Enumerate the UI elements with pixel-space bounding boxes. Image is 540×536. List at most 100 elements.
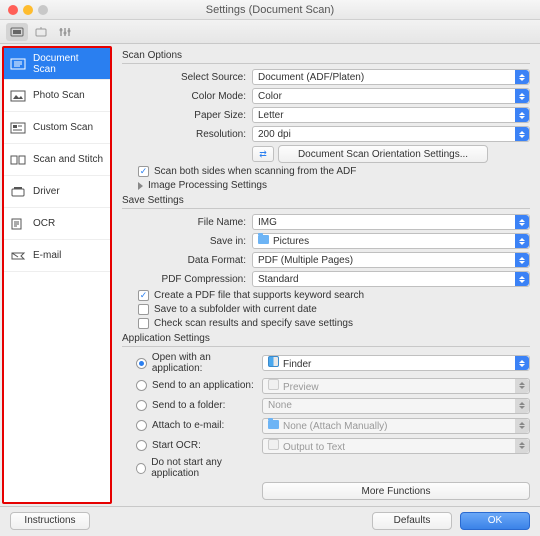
scan-stitch-icon <box>10 153 26 167</box>
paper-size-dropdown[interactable]: Letter <box>252 107 530 123</box>
sidebar-item-label: E-mail <box>33 250 61 261</box>
orientation-icon-button[interactable]: ⇄ <box>252 146 274 162</box>
chevron-updown-icon <box>515 70 529 84</box>
file-name-field[interactable]: IMG <box>252 214 530 230</box>
chevron-updown-icon <box>515 439 529 453</box>
pdf-compression-dropdown[interactable]: Standard <box>252 271 530 287</box>
sidebar-item-label: Document Scan <box>33 53 104 75</box>
scan-both-sides-checkbox[interactable] <box>138 166 149 177</box>
sidebar-item-label: Custom Scan <box>33 122 93 133</box>
chevron-updown-icon <box>515 399 529 413</box>
sidebar-item-driver[interactable]: Driver <box>4 176 110 208</box>
ok-button[interactable]: OK <box>460 512 530 530</box>
chevron-updown-icon <box>515 127 529 141</box>
image-processing-disclosure[interactable]: Image Processing Settings <box>122 180 530 191</box>
save-in-dropdown[interactable]: Pictures <box>252 233 530 249</box>
section-save-settings: Save Settings <box>122 195 530 209</box>
start-ocr-dropdown: Output to Text <box>262 438 530 454</box>
send-to-folder-radio[interactable] <box>136 400 147 411</box>
sidebar-item-email[interactable]: E-mail <box>4 240 110 272</box>
sidebar-item-label: Scan and Stitch <box>33 154 103 165</box>
start-ocr-label: Start OCR: <box>152 440 201 451</box>
resolution-label: Resolution: <box>122 129 252 140</box>
window-title: Settings (Document Scan) <box>0 4 540 16</box>
resolution-dropdown[interactable]: 200 dpi <box>252 126 530 142</box>
check-results-checkbox[interactable] <box>138 318 149 329</box>
sidebar-item-document-scan[interactable]: Document Scan <box>4 48 110 80</box>
ocr-icon <box>10 217 26 231</box>
do-not-start-radio[interactable] <box>136 463 146 474</box>
document-scan-icon <box>10 57 26 71</box>
defaults-button[interactable]: Defaults <box>372 512 452 530</box>
content-area: Scan Options Select Source: Document (AD… <box>114 44 540 506</box>
chevron-updown-icon <box>515 253 529 267</box>
attach-email-radio[interactable] <box>136 420 147 431</box>
chevron-updown-icon <box>515 419 529 433</box>
send-to-folder-label: Send to a folder: <box>152 400 225 411</box>
attach-email-label: Attach to e-mail: <box>152 420 224 431</box>
finder-icon <box>268 356 279 367</box>
paper-size-label: Paper Size: <box>122 110 252 121</box>
sidebar-item-ocr[interactable]: OCR <box>4 208 110 240</box>
data-format-label: Data Format: <box>122 255 252 266</box>
photo-scan-icon <box>10 89 26 103</box>
triangle-right-icon <box>138 182 143 190</box>
custom-scan-icon <box>10 121 26 135</box>
attach-email-dropdown: None (Attach Manually) <box>262 418 530 434</box>
chevron-updown-icon <box>515 356 529 370</box>
sidebar-item-scan-and-stitch[interactable]: Scan and Stitch <box>4 144 110 176</box>
titlebar: Settings (Document Scan) <box>0 0 540 20</box>
scan-both-sides-label: Scan both sides when scanning from the A… <box>154 166 356 177</box>
start-ocr-radio[interactable] <box>136 440 147 451</box>
section-app-settings: Application Settings <box>122 333 530 347</box>
chevron-updown-icon <box>515 215 529 229</box>
driver-icon <box>10 185 26 199</box>
instructions-button[interactable]: Instructions <box>10 512 90 530</box>
send-to-app-dropdown: Preview <box>262 378 530 394</box>
file-name-label: File Name: <box>122 217 252 228</box>
chevron-updown-icon <box>515 234 529 248</box>
create-pdf-label: Create a PDF file that supports keyword … <box>154 290 364 301</box>
check-results-label: Check scan results and specify save sett… <box>154 318 353 329</box>
more-functions-button[interactable]: More Functions <box>262 482 530 500</box>
preview-icon <box>268 379 279 390</box>
sidebar-item-label: Photo Scan <box>33 90 85 101</box>
chevron-updown-icon <box>515 379 529 393</box>
toolbar-scan-from-panel-icon[interactable] <box>30 23 52 41</box>
chevron-updown-icon <box>515 89 529 103</box>
save-in-label: Save in: <box>122 236 252 247</box>
open-with-label: Open with an application: <box>152 352 262 374</box>
save-subfolder-label: Save to a subfolder with current date <box>154 304 317 315</box>
folder-icon <box>268 420 279 429</box>
send-to-app-radio[interactable] <box>136 380 147 391</box>
pdf-compression-label: PDF Compression: <box>122 274 252 285</box>
chevron-updown-icon <box>515 272 529 286</box>
send-to-folder-dropdown: None <box>262 398 530 414</box>
select-source-label: Select Source: <box>122 72 252 83</box>
text-icon <box>268 439 279 450</box>
email-icon <box>10 249 26 263</box>
data-format-dropdown[interactable]: PDF (Multiple Pages) <box>252 252 530 268</box>
section-scan-options: Scan Options <box>122 50 530 64</box>
orientation-settings-button[interactable]: Document Scan Orientation Settings... <box>278 145 488 163</box>
create-pdf-checkbox[interactable] <box>138 290 149 301</box>
color-mode-label: Color Mode: <box>122 91 252 102</box>
sidebar-item-label: OCR <box>33 218 55 229</box>
send-to-app-label: Send to an application: <box>152 380 254 391</box>
toolbar <box>0 20 540 44</box>
sidebar-item-label: Driver <box>33 186 60 197</box>
footer: Instructions Defaults OK <box>0 506 540 534</box>
folder-icon <box>258 235 269 244</box>
chevron-updown-icon <box>515 108 529 122</box>
sidebar-item-photo-scan[interactable]: Photo Scan <box>4 80 110 112</box>
sidebar-item-custom-scan[interactable]: Custom Scan <box>4 112 110 144</box>
save-subfolder-checkbox[interactable] <box>138 304 149 315</box>
open-with-radio[interactable] <box>136 358 147 369</box>
do-not-start-label: Do not start any application <box>151 457 262 479</box>
open-with-dropdown[interactable]: Finder <box>262 355 530 371</box>
select-source-dropdown[interactable]: Document (ADF/Platen) <box>252 69 530 85</box>
toolbar-scan-from-computer-icon[interactable] <box>6 23 28 41</box>
color-mode-dropdown[interactable]: Color <box>252 88 530 104</box>
sidebar: Document Scan Photo Scan Custom Scan Sca… <box>2 46 112 504</box>
toolbar-general-settings-icon[interactable] <box>54 23 76 41</box>
